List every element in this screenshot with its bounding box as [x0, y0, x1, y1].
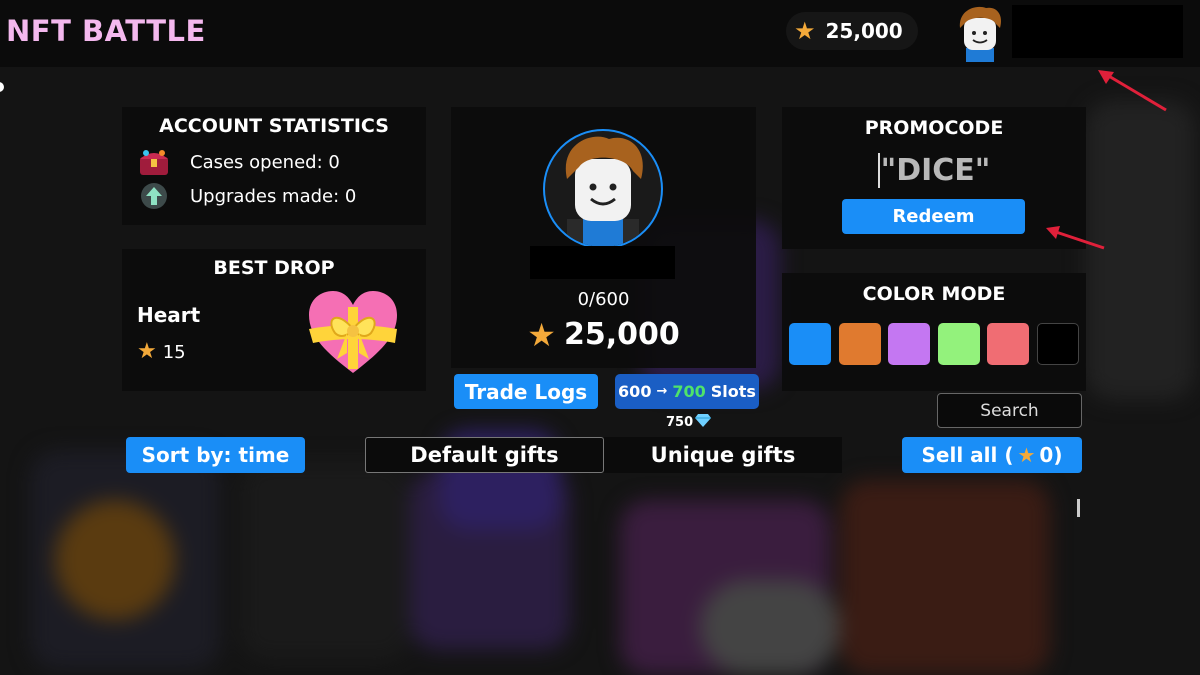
promocode-input[interactable]: "DICE": [782, 153, 1086, 188]
best-drop-value: ★ 15: [137, 341, 186, 363]
heart-gift-icon: [307, 289, 399, 377]
top-bar: NFT BATTLE ★ 25,000: [0, 0, 1200, 67]
cases-opened-text: Cases opened: 0: [190, 151, 340, 173]
color-mode-title: COLOR MODE: [862, 283, 1006, 305]
best-drop-value-text: 15: [162, 341, 186, 363]
best-drop-panel: BEST DROP Heart ★ 15: [122, 249, 426, 391]
star-icon: ★: [137, 339, 157, 364]
slots-cost: 750: [666, 413, 712, 431]
account-statistics-title: ACCOUNT STATISTICS: [159, 115, 389, 137]
annotation-arrow-profile: [1098, 70, 1167, 112]
user-avatar[interactable]: [952, 4, 1008, 62]
star-icon: ★: [794, 17, 816, 45]
diamond-icon: [695, 413, 712, 431]
profile-balance-value: 25,000: [563, 317, 680, 352]
profile-avatar: [543, 129, 663, 249]
annotation-arrow-redeem: [1046, 226, 1105, 250]
account-statistics-panel: ACCOUNT STATISTICS Cases opened: 0 Upgra…: [122, 107, 426, 225]
redacted-profile-name: [530, 246, 675, 279]
profile-panel: 0/600 ★ 25,000: [451, 107, 756, 368]
trade-logs-button[interactable]: Trade Logs: [454, 374, 598, 409]
promocode-title: PROMOCODE: [864, 117, 1004, 139]
tab-default-gifts[interactable]: Default gifts: [365, 437, 604, 473]
star-icon: ★: [527, 315, 556, 354]
app-logo[interactable]: NFT BATTLE: [6, 14, 206, 48]
best-drop-title: BEST DROP: [213, 257, 335, 279]
profile-balance: ★ 25,000: [451, 317, 756, 352]
upgrade-arrow-icon: [136, 179, 172, 213]
redeem-button[interactable]: Redeem: [842, 199, 1025, 234]
balance-display: ★ 25,000: [786, 12, 918, 50]
upgrades-made-row: Upgrades made: 0: [136, 179, 356, 213]
tab-unique-gifts[interactable]: Unique gifts: [604, 437, 842, 473]
color-swatch-5[interactable]: [987, 323, 1030, 365]
arrow-right-icon: →: [656, 384, 668, 399]
balance-value: 25,000: [825, 19, 903, 43]
upgrade-slots-button[interactable]: 600 → 700 Slots: [615, 374, 759, 409]
star-icon: ★: [1017, 443, 1036, 467]
cases-opened-row: Cases opened: 0: [136, 145, 340, 179]
upgrades-made-text: Upgrades made: 0: [190, 185, 357, 207]
search-input[interactable]: Search: [937, 393, 1082, 428]
best-drop-item-name: Heart: [137, 303, 201, 327]
redacted-username: [1012, 5, 1183, 58]
scrollbar-thumb[interactable]: [1077, 499, 1080, 517]
promocode-panel: PROMOCODE "DICE" Redeem: [782, 107, 1086, 249]
inventory-count: 0/600: [577, 289, 630, 310]
sort-button[interactable]: Sort by: time: [126, 437, 305, 473]
sell-all-button[interactable]: Sell all ( ★ 0 ): [902, 437, 1082, 473]
color-swatch-2[interactable]: [838, 323, 881, 365]
color-swatch-6[interactable]: [1037, 323, 1079, 365]
treasure-chest-icon: [136, 145, 172, 179]
color-swatch-1[interactable]: [789, 323, 831, 365]
color-swatch-3[interactable]: [888, 323, 931, 365]
color-swatch-4[interactable]: [937, 323, 980, 365]
